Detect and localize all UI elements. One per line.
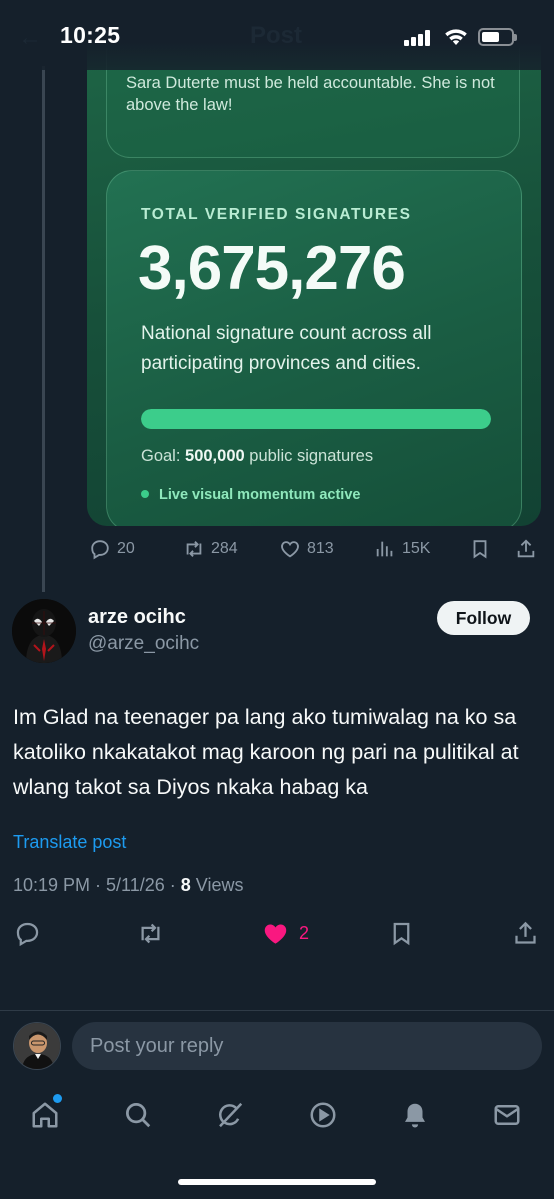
parent-repost-count: 284 <box>211 540 238 557</box>
parent-like-count: 813 <box>307 540 334 557</box>
live-indicator: Live visual momentum active <box>141 487 360 503</box>
like-icon <box>281 541 299 558</box>
current-user-avatar[interactable] <box>13 1022 61 1070</box>
translate-post-link[interactable]: Translate post <box>13 832 126 853</box>
user-photo-image <box>14 1023 60 1069</box>
nav-home[interactable] <box>28 1098 62 1132</box>
battery-icon <box>478 28 517 46</box>
signature-progress-bar <box>141 409 491 429</box>
post-text: Im Glad na teenager pa lang ako tumiwala… <box>13 705 519 799</box>
repost-icon <box>186 541 202 557</box>
parent-bookmark-button[interactable] <box>469 538 491 560</box>
author-avatar[interactable] <box>12 599 76 663</box>
search-icon <box>126 1103 151 1128</box>
repost-icon <box>141 923 160 944</box>
parent-repost-button[interactable]: 284 <box>183 538 238 560</box>
post-views-label: Views <box>190 875 244 895</box>
parent-views-count: 15K <box>402 540 431 557</box>
parent-share-button[interactable] <box>515 538 537 560</box>
liked-heart-icon <box>264 924 287 944</box>
share-button[interactable] <box>512 920 539 947</box>
reply-icon <box>91 540 109 560</box>
bookmark-button[interactable] <box>388 920 415 947</box>
post-timestamp: 10:19 PM · 5/11/26 · <box>13 875 181 895</box>
reply-input[interactable]: Post your reply <box>72 1022 542 1070</box>
bookmark-icon <box>473 540 487 559</box>
status-time: 10:25 <box>60 22 121 48</box>
status-bar: ← Post 10:25 <box>0 0 554 70</box>
parent-like-button[interactable]: 813 <box>279 538 334 560</box>
notifications-icon <box>405 1103 425 1128</box>
embedded-image-card[interactable]: Sara Duterte must be held accountable. S… <box>87 40 541 526</box>
home-indicator[interactable] <box>178 1179 376 1185</box>
post-views-count: 8 <box>180 875 191 895</box>
repost-button[interactable] <box>137 920 164 947</box>
goal-prefix: Goal: <box>141 447 186 465</box>
home-icon <box>32 1102 58 1128</box>
stats-number: 3,675,276 <box>138 234 406 303</box>
like-button[interactable]: 2 <box>262 920 309 947</box>
nav-grok[interactable] <box>213 1098 247 1132</box>
grok-icon <box>219 1102 243 1128</box>
stats-label: TOTAL VERIFIED SIGNATURES <box>141 206 412 223</box>
goal-text: Goal: 500,000 public signatures <box>141 447 373 466</box>
home-unread-dot <box>53 1094 62 1103</box>
reply-icon <box>16 922 39 947</box>
wifi-icon <box>445 29 467 45</box>
nav-video[interactable] <box>306 1098 340 1132</box>
author-handle[interactable]: @arze_ocihc <box>88 633 199 655</box>
cellular-signal-icon <box>404 30 432 46</box>
header-title: Post <box>250 22 303 49</box>
bottom-nav <box>0 1090 554 1144</box>
live-text: Live visual momentum active <box>159 487 361 503</box>
like-count: 2 <box>299 923 310 943</box>
parent-reply-button[interactable]: 20 <box>89 538 135 560</box>
nav-search[interactable] <box>121 1098 155 1132</box>
back-arrow-icon[interactable]: ← <box>18 24 42 52</box>
parent-action-bar: 20 284 813 15K <box>87 538 547 564</box>
follow-button[interactable]: Follow <box>437 601 530 635</box>
goal-suffix: public signatures <box>244 447 374 465</box>
parent-views-button[interactable]: 15K <box>374 538 430 560</box>
thread-connector-line <box>42 66 45 592</box>
divider <box>0 1010 554 1011</box>
share-icon <box>517 539 535 558</box>
share-icon <box>515 921 536 944</box>
nav-messages[interactable] <box>490 1098 524 1132</box>
quote-text: Sara Duterte must be held accountable. S… <box>126 74 495 114</box>
messages-icon <box>494 1105 520 1125</box>
stats-description: National signature count across all part… <box>141 323 432 374</box>
spider-mask-avatar-image <box>12 599 76 663</box>
progress-fill <box>141 409 491 429</box>
author-display-name[interactable]: arze ocihc <box>88 606 186 629</box>
goal-value: 500,000 <box>185 447 245 465</box>
bookmark-icon <box>393 922 410 946</box>
video-icon <box>310 1102 336 1128</box>
signature-stats-box: TOTAL VERIFIED SIGNATURES 3,675,276 Nati… <box>106 170 522 526</box>
nav-notifications[interactable] <box>398 1098 432 1132</box>
parent-reply-count: 20 <box>117 540 135 557</box>
post-meta: 10:19 PM · 5/11/26 · 8 Views <box>13 875 243 896</box>
post-action-bar: 2 <box>0 920 554 952</box>
live-dot-icon <box>141 490 149 498</box>
reply-button[interactable] <box>14 920 41 947</box>
views-icon <box>376 541 393 557</box>
